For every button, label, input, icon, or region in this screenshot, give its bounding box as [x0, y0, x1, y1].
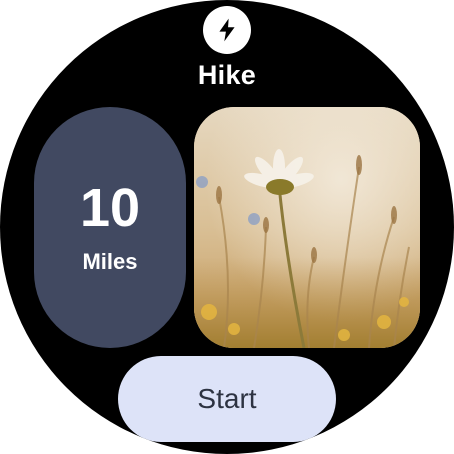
watch-screen: Hike 10 Miles Start — [0, 0, 454, 454]
start-button[interactable]: Start — [118, 356, 336, 442]
lightning-bolt-glyph — [219, 18, 235, 42]
distance-card[interactable]: 10 Miles — [34, 107, 186, 348]
daisy-in-grass-image — [194, 107, 420, 348]
lightning-bolt-icon — [203, 6, 251, 54]
activity-title: Hike — [197, 60, 257, 90]
distance-unit: Miles — [82, 248, 138, 274]
distance-value: 10 — [79, 177, 141, 238]
